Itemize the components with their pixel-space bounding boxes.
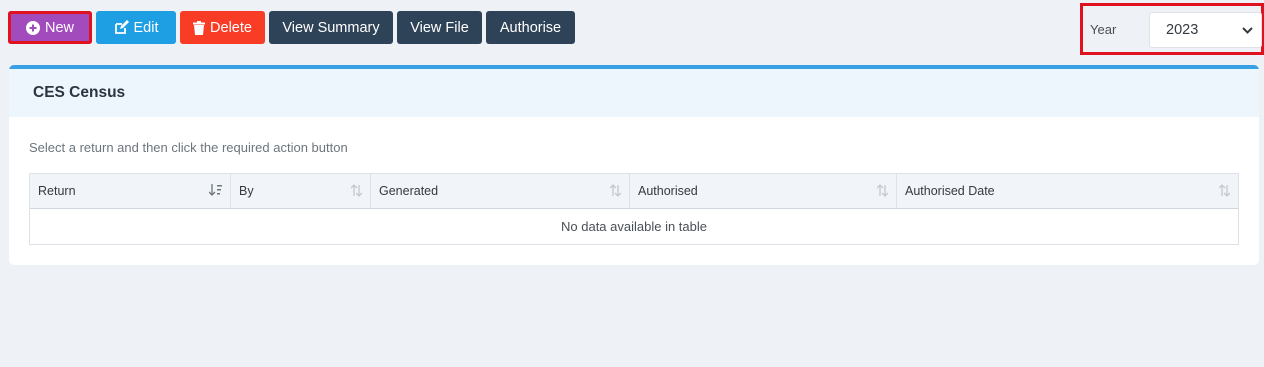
edit-button-label: Edit [133,19,159,36]
card-header: CES Census [9,69,1259,117]
action-toolbar: New Edit Delete View Summary View File A… [8,11,575,44]
table-empty-message: No data available in table [561,219,707,234]
column-header-generated[interactable]: Generated [371,174,630,208]
delete-button-label: Delete [210,19,252,36]
column-label-by: By [239,184,254,198]
trash-icon [193,20,206,35]
returns-table: Return By Generated Authorised Authorise… [29,173,1239,245]
sort-icon [876,184,889,200]
ces-census-card: CES Census Select a return and then clic… [9,65,1259,265]
column-header-return[interactable]: Return [30,174,231,208]
year-filter: Year 2023 [1080,3,1264,55]
new-button-label: New [44,19,74,36]
card-title: CES Census [33,84,126,101]
column-label-generated: Generated [379,184,439,198]
card-hint: Select a return and then click the requi… [29,140,348,155]
year-label: Year [1090,22,1117,37]
view-file-button[interactable]: View File [397,11,482,44]
column-header-by[interactable]: By [231,174,371,208]
column-label-authorised-date: Authorised Date [905,184,995,198]
year-select[interactable]: 2023 [1149,12,1262,48]
delete-button[interactable]: Delete [180,11,265,44]
new-button[interactable]: New [8,11,92,44]
column-label-return: Return [38,184,76,198]
column-label-authorised: Authorised [638,184,698,198]
edit-button[interactable]: Edit [96,11,176,44]
sort-amount-down-icon [208,184,222,200]
sort-icon [609,184,622,200]
plus-circle-icon [25,20,40,35]
view-summary-button[interactable]: View Summary [269,11,393,44]
table-header-row: Return By Generated Authorised Authorise… [30,174,1238,209]
authorise-button[interactable]: Authorise [486,11,575,44]
sort-icon [1218,184,1231,200]
edit-icon [114,20,129,35]
sort-icon [350,184,363,200]
chevron-down-icon [1242,24,1253,40]
column-header-authorised[interactable]: Authorised [630,174,897,208]
year-selected-value: 2023 [1166,22,1199,38]
column-header-authorised-date[interactable]: Authorised Date [897,174,1238,208]
